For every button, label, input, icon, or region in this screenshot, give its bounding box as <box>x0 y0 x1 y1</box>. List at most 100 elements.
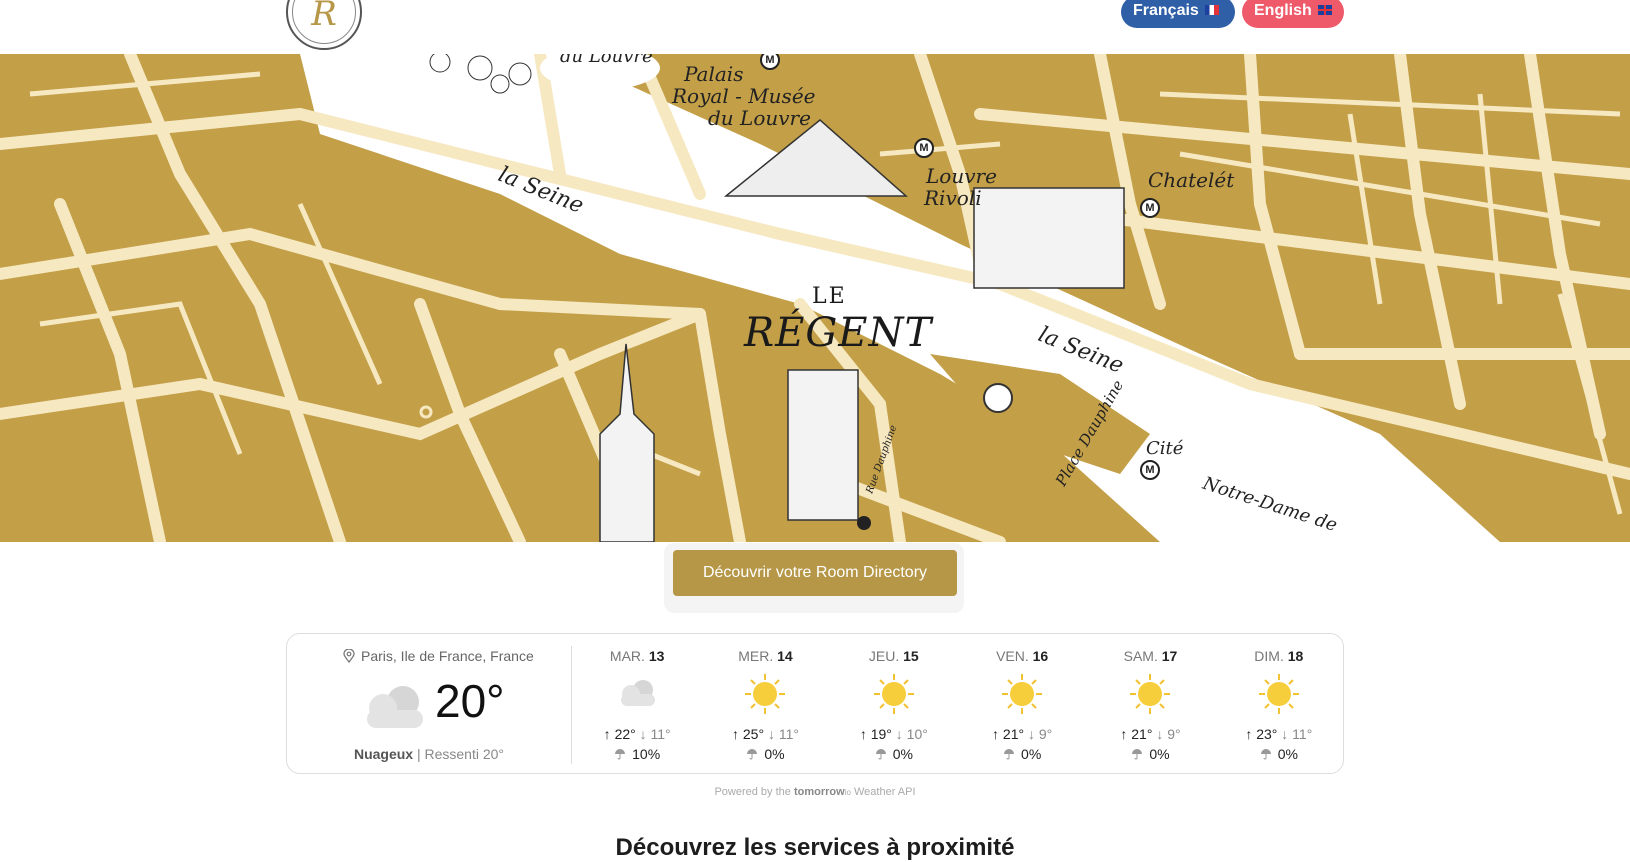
forecast-temps: ↑ 21° ↓ 9° <box>992 726 1053 742</box>
forecast-day: MAR. 13 ↑ 22° ↓ 11° 10% <box>573 634 701 775</box>
forecast-day-name: DIM. 18 <box>1215 648 1343 664</box>
forecast-rain-value: 10% <box>632 746 661 762</box>
forecast-date: 15 <box>903 648 919 664</box>
forecast-temps: ↑ 19° ↓ 10° <box>859 726 928 742</box>
forecast-rain: 0% <box>1215 746 1343 762</box>
forecast-low: 9° <box>1167 726 1181 742</box>
cloud-icon <box>367 686 423 728</box>
forecast-rain: 0% <box>830 746 958 762</box>
forecast-low: 11° <box>650 726 671 742</box>
weather-current: Paris, Ile de France, France 20° Nuageux… <box>287 634 571 775</box>
forecast-temps: ↑ 22° ↓ 11° <box>603 726 671 742</box>
sun-icon <box>743 672 787 716</box>
forecast-rain: 0% <box>1086 746 1214 762</box>
forecast-high: 23° <box>1256 726 1278 742</box>
forecast-day: VEN. 16 ↑ 21° ↓ 9° 0% <box>958 634 1086 775</box>
umbrella-icon <box>1132 749 1143 760</box>
forecast-day: DIM. 18 ↑ 23° ↓ 11° 0% <box>1215 634 1343 775</box>
forecast-low: 10° <box>906 726 928 742</box>
forecast-temps: ↑ 23° ↓ 11° <box>1245 726 1313 742</box>
french-flag-icon <box>1204 5 1219 15</box>
forecast-date: 18 <box>1287 648 1304 664</box>
map-label-louvre: Louvre <box>926 164 997 188</box>
section-title: Découvrez les services à proximité <box>615 834 1015 861</box>
forecast-high: 25° <box>742 726 765 742</box>
room-directory-button[interactable]: Découvrir votre Room Directory <box>673 550 957 596</box>
map-label-royal: Royal - Musée <box>672 84 816 108</box>
forecast-dow: DIM. <box>1254 648 1284 664</box>
metro-icon: M <box>1140 198 1160 218</box>
forecast-high: 22° <box>614 726 636 742</box>
forecast-high: 21° <box>1002 726 1025 742</box>
map-label-rivoli: Rivoli <box>924 186 982 210</box>
map-label-louvre-top: du Louvre <box>560 54 653 67</box>
metro-icon: M <box>914 138 934 158</box>
illustrated-map: du Louvre Palais Royal - Musée du Louvre… <box>0 54 1630 542</box>
tomorrow-logo-suffix: io <box>844 788 851 797</box>
feels-like-text: Ressenti 20° <box>424 746 505 762</box>
forecast-rain: 0% <box>958 746 1086 762</box>
map-label-cite: Cité <box>1146 438 1184 459</box>
forecast-day: SAM. 17 ↑ 21° ↓ 9° 0% <box>1086 634 1214 775</box>
umbrella-icon <box>615 749 626 760</box>
forecast-day: MER. 14 ↑ 25° ↓ 11° 0% <box>701 634 829 775</box>
language-french-label: Français <box>1133 2 1199 19</box>
umbrella-icon <box>1260 749 1271 760</box>
language-english-button[interactable]: English <box>1242 0 1344 28</box>
weather-widget: Paris, Ile de France, France 20° Nuageux… <box>286 633 1344 774</box>
forecast-dow: SAM. <box>1123 648 1158 664</box>
uk-flag-icon <box>1317 5 1332 15</box>
current-temperature: 20° <box>435 675 505 727</box>
forecast-dow: MAR. <box>609 648 645 664</box>
forecast-rain-value: 0% <box>764 746 785 762</box>
cloud-icon <box>615 672 659 716</box>
forecast-dow: JEU. <box>868 648 900 664</box>
forecast-day-name: JEU. 15 <box>830 648 958 664</box>
powered-by: Powered by the tomorrowio Weather API <box>0 786 1630 798</box>
header: R Français English <box>0 0 1630 54</box>
forecast-rain: 10% <box>573 746 701 762</box>
forecast-high: 19° <box>870 726 892 742</box>
hotel-logo[interactable]: R <box>286 0 362 50</box>
language-french-button[interactable]: Français <box>1121 0 1235 28</box>
forecast-date: 16 <box>1032 648 1049 664</box>
weather-location: Paris, Ile de France, France <box>343 648 534 664</box>
forecast-rain-value: 0% <box>892 746 913 762</box>
forecast-date: 13 <box>648 648 665 664</box>
condition-text: Nuageux <box>353 746 414 762</box>
forecast-date: 14 <box>777 648 793 664</box>
forecast-day: JEU. 15 ↑ 19° ↓ 10° 0% <box>830 634 958 775</box>
umbrella-icon <box>875 749 886 760</box>
map-label-du-louvre: du Louvre <box>708 106 811 130</box>
forecast-low: 11° <box>1292 726 1313 742</box>
forecast-low: 9° <box>1038 726 1053 742</box>
forecast-date: 17 <box>1161 648 1178 664</box>
tomorrow-logo[interactable]: tomorrow <box>794 786 845 798</box>
sun-icon <box>1128 672 1172 716</box>
map-label-palais: Palais <box>684 62 744 86</box>
forecast-temps: ↑ 25° ↓ 11° <box>732 726 799 742</box>
brand-le: LE <box>812 284 847 309</box>
map-label-chatelet: Chatelét <box>1148 168 1235 192</box>
weather-condition: Nuageux | Ressenti 20° <box>353 746 505 762</box>
forecast-temps: ↑ 21° ↓ 9° <box>1120 726 1181 742</box>
language-english-label: English <box>1254 2 1312 19</box>
forecast-low: 11° <box>778 726 799 742</box>
powered-prefix: Powered by the <box>714 786 791 798</box>
weather-forecast: MAR. 13 ↑ 22° ↓ 11° 10% MER. 14 ↑ 25° ↓ 11° 0… <box>573 634 1343 775</box>
metro-icon: M <box>1140 460 1160 480</box>
weather-divider <box>571 646 572 764</box>
powered-suffix: Weather API <box>853 786 916 798</box>
forecast-day-name: MAR. 13 <box>573 648 701 664</box>
forecast-rain-value: 0% <box>1149 746 1170 762</box>
forecast-rain-value: 0% <box>1277 746 1298 762</box>
logo-letter: R <box>311 0 337 34</box>
sun-icon <box>872 672 916 716</box>
forecast-dow: VEN. <box>996 648 1029 664</box>
weather-location-text: Paris, Ile de France, France <box>361 648 534 664</box>
forecast-day-name: SAM. 17 <box>1086 648 1214 664</box>
location-pin-icon <box>343 649 355 663</box>
forecast-day-name: VEN. 16 <box>958 648 1086 664</box>
sun-icon <box>1257 672 1301 716</box>
forecast-dow: MER. <box>738 648 774 664</box>
